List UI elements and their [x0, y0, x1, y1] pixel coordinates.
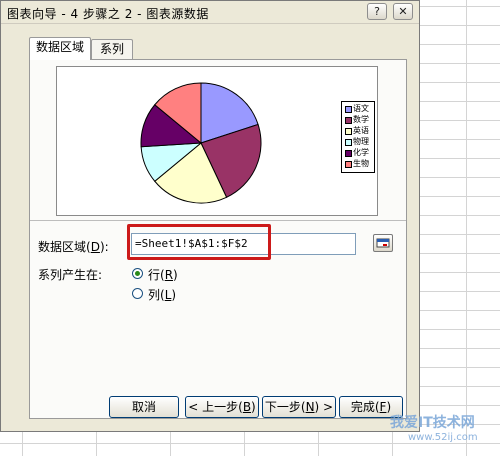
- legend-label: 生物: [353, 159, 369, 168]
- next-button[interactable]: 下一步(N) >: [262, 396, 336, 418]
- radio-columns-label: 列(L): [148, 288, 177, 302]
- watermark-url: www.52ij.com: [408, 432, 478, 443]
- legend-item: 数学: [344, 114, 374, 125]
- tab-data-range[interactable]: 数据区域: [29, 37, 91, 60]
- data-range-label: 数据区域(D):: [38, 240, 109, 254]
- radio-rows-label: 行(R): [148, 268, 178, 282]
- legend-swatch: [345, 128, 352, 135]
- series-in-label: 系列产生在:: [38, 268, 103, 282]
- legend-swatch: [345, 150, 352, 157]
- tab-panel: 语文 数学 英语 物理 化学 生物 数据区域(D): =Sheet1!$A$1:$F$2 …: [29, 59, 407, 419]
- radio-rows-button[interactable]: [132, 268, 143, 279]
- chart-legend: 语文数学英语物理化学生物: [341, 101, 375, 173]
- range-highlight-box: [127, 224, 271, 260]
- close-button[interactable]: ✕: [393, 3, 413, 20]
- divider: [30, 220, 406, 221]
- legend-item: 物理: [344, 136, 374, 147]
- legend-label: 数学: [353, 115, 369, 124]
- chart-preview: 语文数学英语物理化学生物: [56, 66, 378, 216]
- legend-item: 语文: [344, 103, 374, 114]
- help-button[interactable]: ?: [367, 3, 387, 20]
- watermark-title: 我爱IT技术网: [390, 415, 475, 431]
- back-button[interactable]: < 上一步(B): [185, 396, 259, 418]
- title-bar: 图表向导 - 4 步骤之 2 - 图表源数据 ? ✕: [1, 1, 419, 24]
- legend-swatch: [345, 161, 352, 168]
- site-watermark: 我爱IT技术网 www.52ij.com: [380, 386, 500, 456]
- pie-chart: [140, 82, 262, 204]
- legend-swatch: [345, 139, 352, 146]
- legend-item: 英语: [344, 125, 374, 136]
- legend-item: 生物: [344, 158, 374, 169]
- radio-columns-button[interactable]: [132, 288, 143, 299]
- legend-label: 化学: [353, 148, 369, 157]
- legend-label: 英语: [353, 126, 369, 135]
- legend-swatch: [345, 117, 352, 124]
- legend-label: 语文: [353, 104, 369, 113]
- tab-series[interactable]: 系列: [91, 39, 133, 60]
- legend-item: 化学: [344, 147, 374, 158]
- legend-swatch: [345, 106, 352, 113]
- collapse-icon: [376, 238, 390, 248]
- dialog-title: 图表向导 - 4 步骤之 2 - 图表源数据: [7, 7, 209, 21]
- cancel-button[interactable]: 取消: [109, 396, 179, 418]
- collapse-dialog-button[interactable]: [373, 234, 393, 252]
- legend-label: 物理: [353, 137, 369, 146]
- chart-wizard-dialog: 图表向导 - 4 步骤之 2 - 图表源数据 ? ✕ 数据区域 系列 语文数学英…: [0, 0, 420, 432]
